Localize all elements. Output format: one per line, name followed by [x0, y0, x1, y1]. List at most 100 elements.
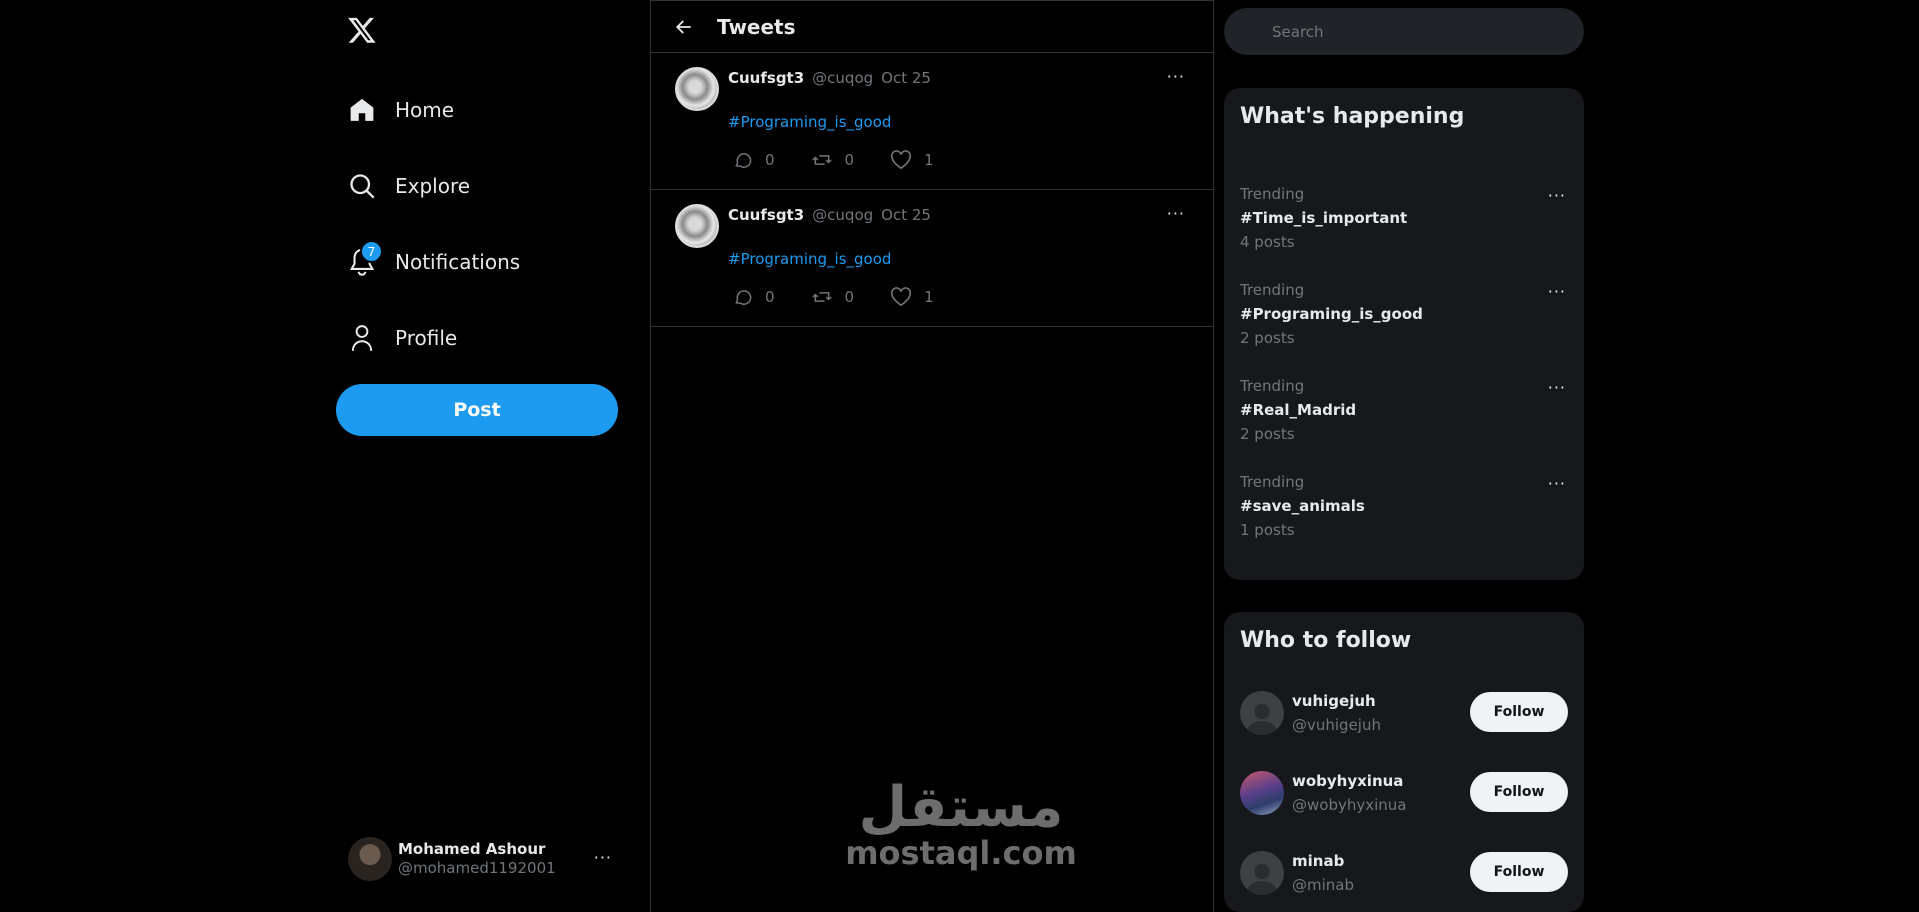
like-count: 1	[924, 288, 934, 306]
trend-item[interactable]: Trending #Programing_is_good 2 posts ···	[1240, 278, 1568, 358]
tweet-header: Cuufsgt3 @cuqog Oct 25	[728, 69, 931, 87]
trend-item[interactable]: Trending #Real_Madrid 2 posts ···	[1240, 374, 1568, 454]
retweet-button[interactable]: 0	[811, 150, 855, 170]
follow-suggestion[interactable]: vuhigejuh @vuhigejuh Follow	[1240, 686, 1568, 740]
trend-item[interactable]: Trending #save_animals 1 posts ···	[1240, 470, 1568, 550]
nav-explore-label: Explore	[395, 174, 471, 198]
reply-icon	[735, 153, 752, 168]
account-name: Mohamed Ashour	[398, 840, 546, 859]
more-icon[interactable]: ···	[1167, 204, 1185, 223]
like-button[interactable]: 1	[890, 150, 934, 170]
who-to-follow-panel: Who to follow vuhigejuh @vuhigejuh Follo…	[1224, 612, 1584, 912]
follow-suggestion[interactable]: wobyhyxinua @wobyhyxinua Follow	[1240, 766, 1568, 820]
home-icon	[348, 96, 376, 124]
tweet-author-handle: @cuqog	[812, 69, 874, 87]
trend-item[interactable]: Trending #Time_is_important 4 posts ···	[1240, 182, 1568, 262]
trend-name: #Programing_is_good	[1240, 305, 1423, 323]
nav-profile[interactable]: Profile	[348, 318, 457, 358]
tweet[interactable]: Cuufsgt3 @cuqog Oct 25 ··· #Programing_i…	[651, 190, 1213, 327]
follow-button[interactable]: Follow	[1470, 692, 1568, 732]
trends-title: What's happening	[1240, 104, 1465, 129]
retweet-count: 0	[844, 288, 855, 306]
heart-icon	[891, 150, 912, 170]
avatar[interactable]	[1240, 691, 1284, 735]
left-sidebar: Home Explore 7 Notifications Profile Pos…	[336, 0, 620, 912]
tweet-author-name[interactable]: Cuufsgt3	[728, 69, 804, 87]
retweet-icon	[811, 155, 832, 165]
more-icon[interactable]: ···	[594, 848, 612, 867]
app-root: Home Explore 7 Notifications Profile Pos…	[0, 0, 1919, 912]
nav-notifications[interactable]: 7 Notifications	[348, 240, 521, 282]
tweet-hashtag[interactable]: #Programing_is_good	[728, 250, 891, 268]
watermark-arabic: مستقل	[858, 775, 1064, 840]
tweet-author-name[interactable]: Cuufsgt3	[728, 206, 804, 224]
back-arrow-icon[interactable]	[673, 16, 695, 38]
post-button[interactable]: Post	[336, 384, 618, 436]
account-switcher[interactable]: Mohamed Ashour @mohamed1192001 ···	[348, 836, 616, 882]
page-title: Tweets	[717, 14, 796, 39]
follow-button[interactable]: Follow	[1470, 852, 1568, 892]
nav-notifications-label: Notifications	[395, 250, 521, 274]
follow-title: Who to follow	[1240, 628, 1412, 653]
tweet-hashtag[interactable]: #Programing_is_good	[728, 113, 891, 131]
follow-name: wobyhyxinua	[1292, 772, 1404, 790]
nav-home[interactable]: Home	[348, 90, 454, 130]
watermark-latin: mostaql.com	[845, 834, 1077, 872]
more-icon[interactable]: ···	[1548, 378, 1566, 397]
trend-count: 4 posts	[1240, 233, 1295, 251]
more-icon[interactable]: ···	[1167, 67, 1185, 86]
x-logo-icon[interactable]	[347, 15, 377, 45]
retweet-button[interactable]: 0	[811, 287, 855, 307]
trend-count: 1 posts	[1240, 521, 1295, 539]
nav-explore[interactable]: Explore	[348, 166, 470, 206]
follow-text: wobyhyxinua @wobyhyxinua	[1292, 769, 1406, 817]
avatar[interactable]	[1240, 851, 1284, 895]
trend-name: #Real_Madrid	[1240, 401, 1357, 419]
main-column: Tweets Cuufsgt3 @cuqog Oct 25 ··· #Progr…	[650, 0, 1214, 912]
like-count: 1	[924, 151, 934, 169]
avatar[interactable]	[675, 67, 719, 111]
trend-name: #save_animals	[1240, 497, 1365, 515]
follow-suggestion[interactable]: minab @minab Follow	[1240, 846, 1568, 900]
trend-category: Trending	[1240, 473, 1305, 491]
follow-text: vuhigejuh @vuhigejuh	[1292, 689, 1381, 737]
default-avatar-icon	[1246, 703, 1278, 735]
tweet-author-handle: @cuqog	[812, 206, 874, 224]
tweet-header: Cuufsgt3 @cuqog Oct 25	[728, 206, 931, 224]
avatar[interactable]	[675, 204, 719, 248]
default-avatar-icon	[1246, 863, 1278, 895]
bell-icon: 7	[348, 240, 383, 276]
reply-button[interactable]: 0	[733, 287, 775, 307]
like-button[interactable]: 1	[890, 287, 934, 307]
reply-icon	[735, 290, 752, 305]
more-icon[interactable]: ···	[1548, 186, 1566, 205]
retweet-count: 0	[844, 151, 855, 169]
heart-icon	[891, 287, 912, 307]
follow-text: minab @minab	[1292, 849, 1354, 897]
trend-name: #Time_is_important	[1240, 209, 1408, 227]
tweet-actions: 0 0 1	[733, 287, 970, 307]
avatar[interactable]	[1240, 771, 1284, 815]
tweet-date: Oct 25	[881, 206, 931, 224]
follow-name: minab	[1292, 852, 1345, 870]
tweet-actions: 0 0 1	[733, 150, 970, 170]
account-handle: @mohamed1192001	[398, 859, 556, 877]
search-input[interactable]	[1272, 22, 1552, 41]
trend-category: Trending	[1240, 377, 1305, 395]
search-box[interactable]	[1224, 8, 1584, 55]
reply-button[interactable]: 0	[733, 150, 775, 170]
nav-home-label: Home	[395, 98, 455, 122]
reply-count: 0	[765, 288, 775, 306]
account-text: Mohamed Ashour @mohamed1192001	[398, 840, 556, 878]
watermark: مستقل mostaql.com	[841, 780, 1081, 871]
trend-category: Trending	[1240, 185, 1305, 203]
more-icon[interactable]: ···	[1548, 282, 1566, 301]
nav-profile-label: Profile	[395, 326, 458, 350]
follow-button[interactable]: Follow	[1470, 772, 1568, 812]
tweet[interactable]: Cuufsgt3 @cuqog Oct 25 ··· #Programing_i…	[651, 53, 1213, 190]
more-icon[interactable]: ···	[1548, 474, 1566, 493]
retweet-icon	[811, 292, 832, 302]
notification-badge: 7	[360, 240, 383, 263]
trends-panel: What's happening Trending #Time_is_impor…	[1224, 88, 1584, 580]
person-icon	[348, 324, 376, 352]
